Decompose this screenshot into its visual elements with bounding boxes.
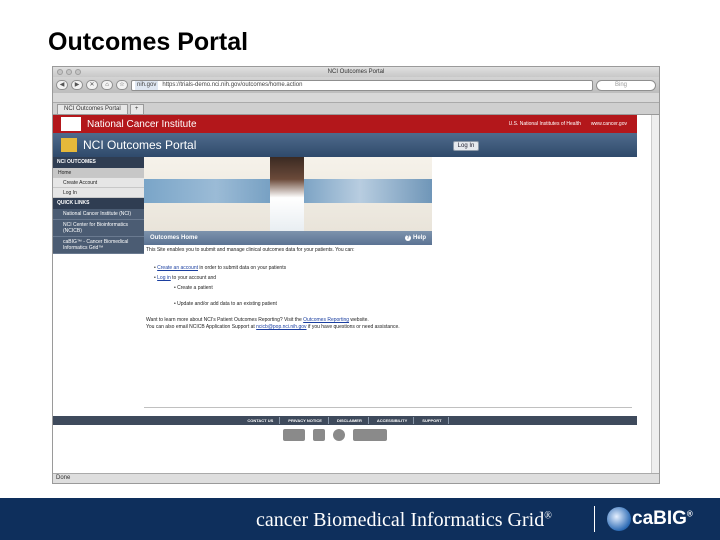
tab-nci-outcomes[interactable]: NCI Outcomes Portal [57,104,128,114]
page-heading: Outcomes Home [150,235,198,241]
window-title: NCI Outcomes Portal [327,69,385,75]
bookmarks-bar [53,93,659,103]
footer-link-privacy[interactable]: PRIVACY NOTICE [282,417,329,424]
list-item: • Create an account in order to submit d… [154,265,287,271]
close-window-button[interactable] [57,69,63,75]
help-label: Help [412,235,426,241]
stop-button[interactable]: ✕ [86,80,98,90]
usa-gov-logo-icon[interactable] [353,429,387,441]
window-controls [57,69,81,75]
content-divider [144,407,632,408]
more-info: Want to learn more about NCI's Patient O… [146,317,630,331]
sidebar-item-create-account[interactable]: Create Account [53,178,144,188]
quick-link-ncicb[interactable]: NCI Center for Bioinformatics (NCICB) [53,220,144,237]
sidebar-item-home[interactable]: Home [53,168,144,178]
url-domain: nih.gov [135,80,159,90]
browser-toolbar: ◀ ▶ ✕ ⌂ ☆ nih.gov https://trials-demo.nc… [53,77,659,93]
reg-mark: ® [544,510,552,522]
nih-link[interactable]: U.S. National Institutes of Health [509,121,581,127]
sidebar: NCI OUTCOMES Home Create Account Log In … [53,157,144,254]
window-titlebar: NCI Outcomes Portal [53,67,659,77]
portal-title: NCI Outcomes Portal [83,138,197,152]
quick-link-nci[interactable]: National Cancer Institute (NCI) [53,209,144,220]
login-button[interactable]: Log In [453,141,479,151]
footer-logos [283,429,387,441]
back-button[interactable]: ◀ [56,80,68,90]
main-content: This Site enables you to submit and mana… [144,245,632,407]
outcomes-reporting-link[interactable]: Outcomes Reporting [303,317,349,323]
search-input[interactable]: Bing [596,79,656,91]
cancer-gov-link[interactable]: www.cancer.gov [591,121,627,127]
more2-post: if you have questions or need assistance… [306,324,400,330]
globe-icon [607,507,631,531]
footer-link-support[interactable]: SUPPORT [416,417,449,424]
more1-pre: Want to learn more about NCI's Patient O… [146,317,304,323]
tab-bar: NCI Outcomes Portal + [53,103,659,115]
quick-link-cabig[interactable]: caBIG™ - Cancer Biomedical Informatics G… [53,237,144,254]
list-item: • Update and/or add data to an existing … [174,301,277,307]
sidebar-item-log-in[interactable]: Log In [53,188,144,198]
footer-divider [594,506,595,532]
cabig-text: caBIG [632,508,687,529]
home-icon[interactable]: ⌂ [101,80,113,90]
vertical-scrollbar[interactable] [651,115,659,475]
nci-footer-logo-icon[interactable] [283,429,305,441]
portal-header: NCI Outcomes Portal Log In [53,133,637,157]
bookmark-icon[interactable]: ☆ [116,80,128,90]
tm-mark: ® [686,509,693,519]
header-links: U.S. National Institutes of Health www.c… [509,121,627,127]
page-viewport: National Cancer Institute U.S. National … [53,115,659,475]
footer-link-disclaimer[interactable]: DISCLAIMER [331,417,369,424]
forward-button[interactable]: ▶ [71,80,83,90]
content-heading-bar: Outcomes Home ? Help [144,231,432,245]
new-tab-button[interactable]: + [129,104,144,114]
footer-link-accessibility[interactable]: ACCESSIBILITY [371,417,415,424]
footer-nav: CONTACT US PRIVACY NOTICE DISCLAIMER ACC… [53,416,637,425]
log-in-link[interactable]: Log in [157,275,171,281]
cabig-logo: caBIG® [632,508,693,530]
nih-seal-icon[interactable] [333,429,345,441]
portal-logo-icon [61,138,77,152]
cbig-text: cancer Biomedical Informatics Grid [256,509,545,531]
nci-name[interactable]: National Cancer Institute [87,119,197,130]
status-bar: Done [53,473,659,483]
sub-item-update: Update and/or add data to an existing pa… [177,301,277,307]
create-account-link[interactable]: Create an account [157,265,198,271]
zoom-window-button[interactable] [75,69,81,75]
help-link[interactable]: ? Help [404,231,426,245]
cabig-footer: cancer Biomedical Informatics Grid® caBI… [0,498,720,540]
doctor-photo [270,157,304,231]
help-icon: ? [404,235,411,241]
nci-logo-icon[interactable] [61,117,81,131]
more1-post: website. [349,317,369,323]
banner-image [144,157,432,231]
minimize-window-button[interactable] [66,69,72,75]
list-item: • Create a patient [174,285,213,291]
slide-title: Outcomes Portal [48,28,249,56]
bullet1-text: in order to submit data on your patients [198,265,287,271]
nci-header: National Cancer Institute U.S. National … [53,115,637,133]
list-item: • Log in to your account and [154,275,217,281]
bullet2-text: to your account and [170,275,217,281]
cbig-wordmark: cancer Biomedical Informatics Grid® [256,509,552,532]
support-email-link[interactable]: ncicb@pop.nci.nih.gov [256,324,306,330]
sub-item-create: Create a patient [177,285,213,291]
url-text: https://trials-demo.nci.nih.gov/outcomes… [162,81,303,88]
intro-text: This Site enables you to submit and mana… [146,247,355,253]
more2-pre: You can also email NCICB Application Sup… [146,324,257,330]
address-bar[interactable]: nih.gov https://trials-demo.nci.nih.gov/… [131,79,593,91]
footer-link-contact[interactable]: CONTACT US [241,417,281,424]
sidebar-section-outcomes: NCI OUTCOMES [53,157,144,168]
browser-window: NCI Outcomes Portal ◀ ▶ ✕ ⌂ ☆ nih.gov ht… [52,66,660,484]
hhs-logo-icon[interactable] [313,429,325,441]
sidebar-section-quick-links: QUICK LINKS [53,198,144,209]
